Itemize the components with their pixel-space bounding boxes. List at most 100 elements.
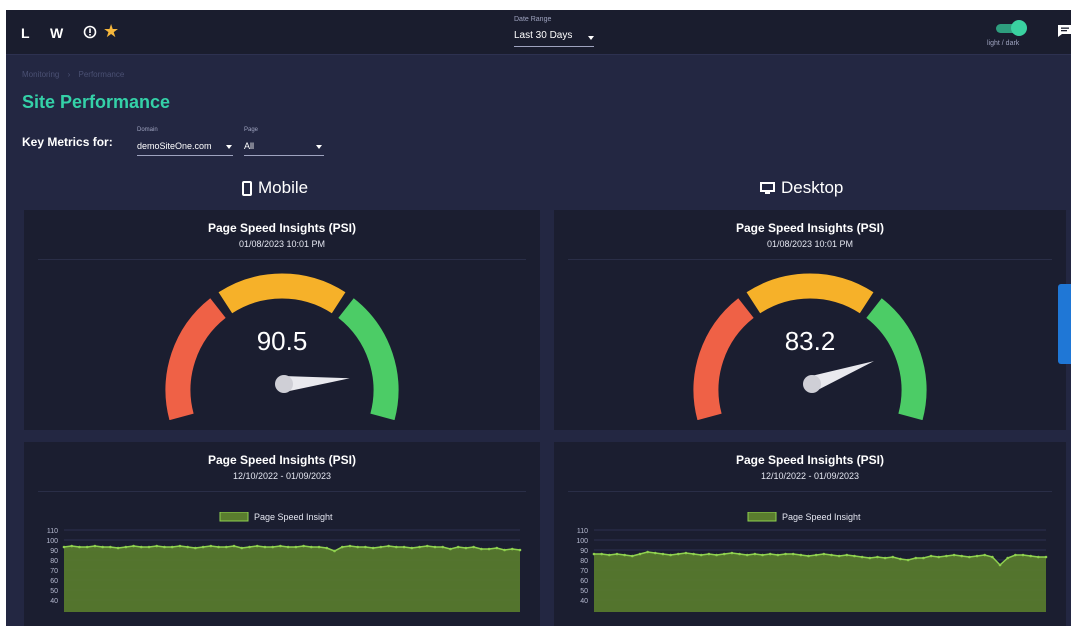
data-point[interactable] — [998, 563, 1002, 567]
data-point[interactable] — [124, 545, 128, 549]
data-point[interactable] — [449, 547, 452, 551]
data-point[interactable] — [807, 554, 810, 558]
data-point[interactable] — [356, 545, 359, 549]
logo-letter-l[interactable]: L — [21, 25, 30, 41]
data-point[interactable] — [1014, 553, 1017, 557]
data-point[interactable] — [240, 546, 244, 550]
data-point[interactable] — [201, 545, 205, 549]
data-point[interactable] — [646, 550, 649, 554]
data-point[interactable] — [425, 544, 429, 548]
data-point[interactable] — [387, 544, 390, 548]
legend-swatch[interactable] — [219, 512, 249, 522]
data-point[interactable] — [631, 554, 634, 558]
data-point[interactable] — [271, 545, 274, 549]
data-point[interactable] — [101, 545, 104, 549]
data-point[interactable] — [348, 544, 352, 548]
data-point[interactable] — [333, 549, 336, 553]
data-point[interactable] — [745, 553, 749, 557]
chat-icon[interactable] — [1057, 24, 1071, 38]
data-point[interactable] — [186, 545, 189, 549]
data-point[interactable] — [853, 554, 856, 558]
data-point[interactable] — [699, 553, 703, 557]
data-point[interactable] — [364, 545, 367, 549]
data-point[interactable] — [960, 554, 964, 558]
data-point[interactable] — [837, 554, 841, 558]
toggle-knob[interactable] — [1011, 20, 1027, 36]
data-point[interactable] — [1044, 555, 1048, 559]
data-point[interactable] — [730, 551, 734, 555]
data-point[interactable] — [325, 546, 329, 550]
data-point[interactable] — [78, 545, 81, 549]
data-point[interactable] — [883, 556, 887, 560]
data-point[interactable] — [510, 547, 514, 551]
data-point[interactable] — [600, 552, 603, 556]
data-point[interactable] — [830, 553, 833, 557]
data-point[interactable] — [653, 551, 657, 555]
data-point[interactable] — [495, 546, 499, 550]
star-icon[interactable]: ★ — [103, 21, 119, 41]
data-point[interactable] — [302, 544, 305, 548]
data-point[interactable] — [209, 544, 213, 548]
data-point[interactable] — [410, 546, 414, 550]
data-point[interactable] — [822, 552, 826, 556]
data-point[interactable] — [109, 545, 112, 549]
data-point[interactable] — [638, 552, 642, 556]
data-point[interactable] — [503, 548, 506, 552]
data-point[interactable] — [441, 545, 445, 549]
date-range-select[interactable]: Last 30 Days — [514, 28, 594, 47]
data-point[interactable] — [340, 545, 344, 549]
data-point[interactable] — [93, 544, 97, 548]
data-point[interactable] — [418, 545, 421, 549]
data-point[interactable] — [914, 556, 918, 560]
data-point[interactable] — [85, 545, 89, 549]
data-point[interactable] — [876, 555, 879, 559]
data-point[interactable] — [371, 546, 375, 550]
data-point[interactable] — [661, 552, 665, 556]
data-point[interactable] — [845, 553, 849, 557]
data-point[interactable] — [472, 545, 475, 549]
data-point[interactable] — [983, 553, 987, 557]
data-point[interactable] — [784, 552, 787, 556]
data-point[interactable] — [592, 552, 596, 556]
data-point[interactable] — [147, 545, 151, 549]
data-point[interactable] — [975, 554, 979, 558]
data-point[interactable] — [868, 556, 872, 560]
data-point[interactable] — [170, 545, 174, 549]
data-point[interactable] — [70, 544, 74, 548]
data-point[interactable] — [217, 545, 220, 549]
data-point[interactable] — [929, 554, 933, 558]
data-point[interactable] — [615, 552, 619, 556]
data-point[interactable] — [937, 555, 941, 559]
legend-label[interactable]: Page Speed Insight — [254, 512, 333, 522]
data-point[interactable] — [684, 551, 688, 555]
data-point[interactable] — [906, 558, 910, 562]
data-point[interactable] — [860, 555, 864, 559]
data-point[interactable] — [294, 545, 298, 549]
data-point[interactable] — [814, 553, 818, 557]
data-point[interactable] — [310, 545, 313, 549]
data-point[interactable] — [286, 545, 290, 549]
data-point[interactable] — [1037, 555, 1040, 559]
data-point[interactable] — [968, 555, 971, 559]
data-point[interactable] — [761, 553, 764, 557]
data-point[interactable] — [232, 544, 236, 548]
data-point[interactable] — [692, 552, 695, 556]
data-point[interactable] — [433, 545, 437, 549]
data-point[interactable] — [922, 556, 925, 560]
breadcrumb-monitoring[interactable]: Monitoring — [22, 70, 59, 79]
data-point[interactable] — [1021, 553, 1025, 557]
data-point[interactable] — [791, 552, 795, 556]
data-point[interactable] — [255, 544, 259, 548]
data-point[interactable] — [317, 545, 321, 549]
data-point[interactable] — [799, 553, 803, 557]
data-point[interactable] — [487, 547, 491, 551]
legend-label[interactable]: Page Speed Insight — [782, 512, 861, 522]
domain-select[interactable]: demoSiteOne.com — [137, 138, 233, 156]
data-point[interactable] — [456, 545, 460, 549]
data-point[interactable] — [991, 555, 994, 559]
data-point[interactable] — [379, 545, 383, 549]
data-point[interactable] — [1006, 556, 1009, 560]
data-point[interactable] — [776, 553, 780, 557]
data-point[interactable] — [669, 553, 672, 557]
data-point[interactable] — [715, 553, 718, 557]
